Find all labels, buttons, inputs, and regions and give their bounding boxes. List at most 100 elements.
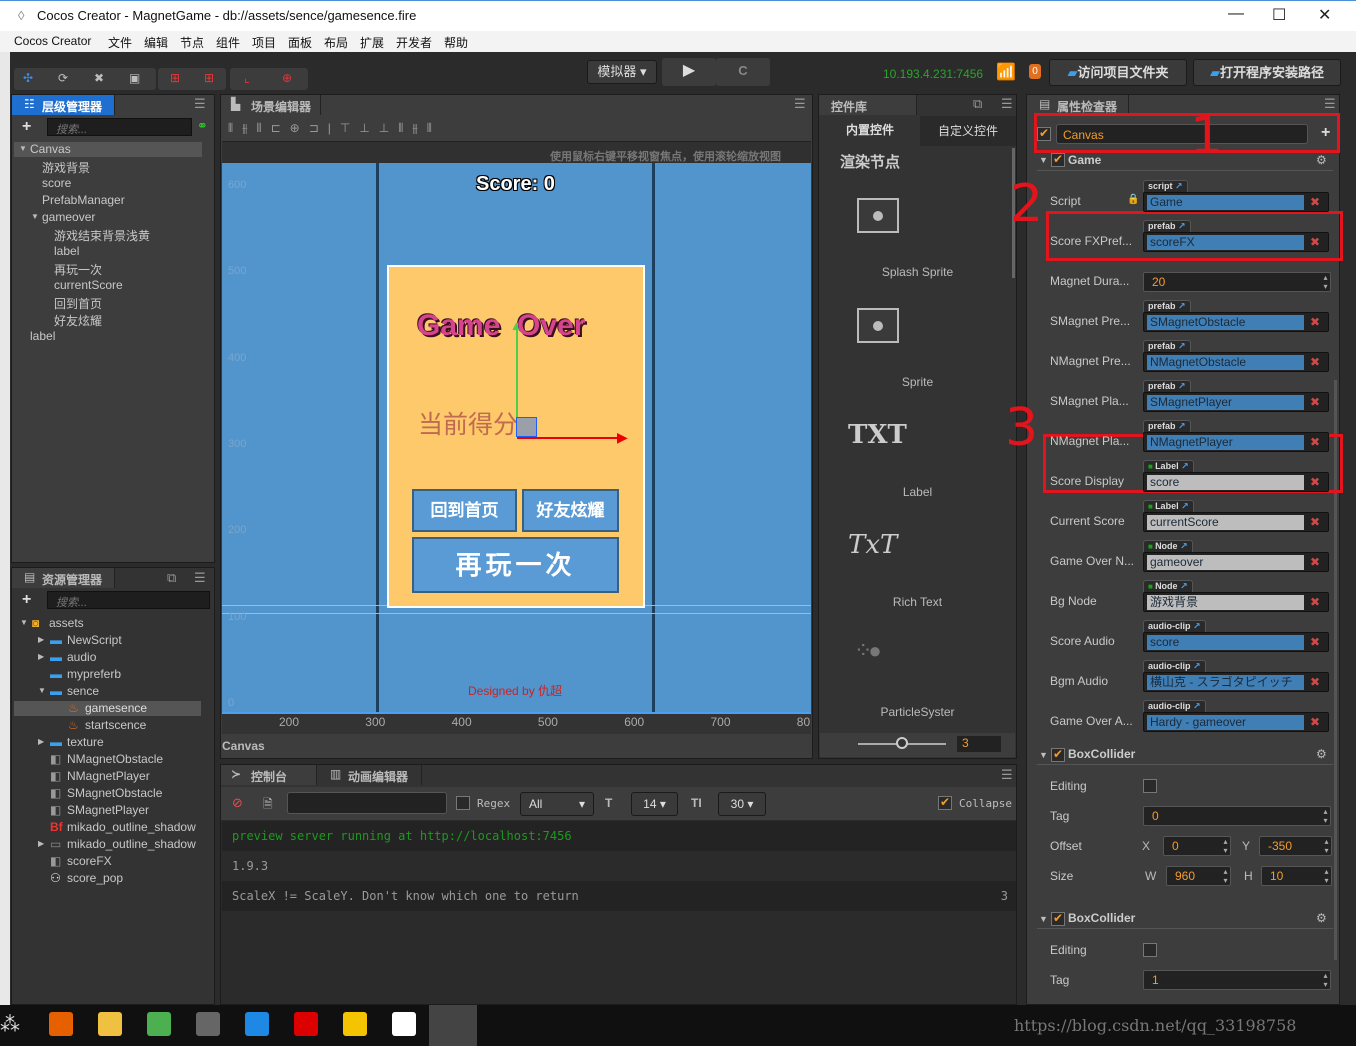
asset-item[interactable]: assets bbox=[49, 616, 84, 630]
collapse-checkbox[interactable] bbox=[938, 795, 952, 810]
gameover-panel[interactable]: Game Over 当前得分 : ▲ ▶ 回到首页 好友炫耀 再玩一次 bbox=[387, 265, 645, 608]
menu-item[interactable]: 面板 bbox=[288, 34, 312, 51]
property-field[interactable]: SMagnetPlayer ✖ bbox=[1143, 392, 1329, 412]
property-value[interactable]: 横山克 - スラゴタピイッチ bbox=[1147, 675, 1304, 690]
console-tab[interactable]: ≻ 控制台 bbox=[221, 765, 317, 785]
menu-item[interactable]: 组件 bbox=[216, 34, 240, 51]
animation-editor-tab[interactable]: ▥ 动画编辑器 bbox=[318, 765, 422, 785]
menu-icon[interactable]: ☰ bbox=[1324, 96, 1336, 112]
maximize-button[interactable]: ☐ bbox=[1272, 5, 1286, 25]
editing-checkbox[interactable] bbox=[1143, 779, 1157, 793]
app-icon-yellow[interactable] bbox=[343, 1012, 367, 1036]
move-tool-icon[interactable]: ✣ bbox=[23, 71, 33, 85]
property-field[interactable]: 横山克 - スラゴタピイッチ ✖ bbox=[1143, 672, 1329, 692]
property-number-input[interactable]: 20 bbox=[1143, 272, 1331, 292]
console-filter-input[interactable] bbox=[287, 792, 447, 814]
clear-reference-icon[interactable]: ✖ bbox=[1310, 235, 1320, 249]
open-link-icon[interactable]: ↗ bbox=[1173, 181, 1183, 191]
zoom-value-input[interactable]: 3 bbox=[957, 736, 1001, 752]
tag-input[interactable]: 1 bbox=[1143, 970, 1331, 990]
expand-arrow-icon[interactable]: ▼ bbox=[38, 686, 46, 695]
asset-item[interactable]: startscence bbox=[85, 718, 146, 732]
property-field[interactable]: scoreFX ✖ bbox=[1143, 232, 1329, 252]
asset-item[interactable]: NMagnetPlayer bbox=[67, 769, 150, 783]
clear-reference-icon[interactable]: ✖ bbox=[1310, 195, 1320, 209]
menu-item[interactable]: 开发者 bbox=[396, 34, 432, 51]
scene-editor-tab[interactable]: ▙ 场景编辑器 bbox=[221, 95, 321, 115]
zoom-slider-thumb[interactable] bbox=[896, 737, 908, 749]
menu-item[interactable]: Cocos Creator bbox=[14, 34, 91, 48]
open-link-icon[interactable]: ↗ bbox=[1178, 541, 1188, 551]
clear-reference-icon[interactable]: ✖ bbox=[1310, 395, 1320, 409]
hierarchy-node[interactable]: currentScore bbox=[54, 278, 123, 292]
expand-arrow-icon[interactable]: ▶ bbox=[38, 737, 44, 746]
tag-input[interactable]: 0 bbox=[1143, 806, 1331, 826]
inspector-tab[interactable]: ▤ 属性检查器 bbox=[1027, 95, 1129, 115]
open-link-icon[interactable]: ↗ bbox=[1176, 381, 1186, 391]
menu-icon[interactable]: ☰ bbox=[194, 96, 206, 112]
hierarchy-node[interactable]: 游戏结束背景浅黄 bbox=[54, 227, 150, 244]
asset-item[interactable]: NewScript bbox=[67, 633, 122, 647]
regex-checkbox[interactable] bbox=[456, 796, 470, 810]
particle-widget-icon[interactable]: ⁘● bbox=[854, 638, 882, 664]
hierarchy-node[interactable]: 再玩一次 bbox=[54, 261, 102, 278]
property-field[interactable]: NMagnetPlayer ✖ bbox=[1143, 432, 1329, 452]
open-project-folder-button[interactable]: ▰访问项目文件夹 bbox=[1049, 59, 1187, 86]
pivot-icon[interactable]: ⊞ bbox=[170, 71, 180, 85]
editing-checkbox[interactable] bbox=[1143, 943, 1157, 957]
hierarchy-node[interactable]: label bbox=[54, 244, 79, 258]
asset-item[interactable]: mikado_outline_shadow bbox=[67, 820, 196, 834]
expand-arrow-icon[interactable]: ▶ bbox=[38, 839, 44, 848]
y-gizmo-arrow[interactable] bbox=[516, 323, 518, 419]
asset-item[interactable]: SMagnetObstacle bbox=[67, 786, 162, 800]
gameover-title[interactable]: Game Over bbox=[417, 309, 585, 343]
minimize-button[interactable]: — bbox=[1228, 5, 1244, 23]
font-size-dropdown[interactable]: 14 ▾ bbox=[631, 792, 678, 816]
open-link-icon[interactable]: ↗ bbox=[1176, 221, 1186, 231]
asset-item[interactable]: mypreferb bbox=[67, 667, 121, 681]
menu-item[interactable]: 编辑 bbox=[144, 34, 168, 51]
richtext-widget-icon[interactable]: TxT bbox=[848, 530, 897, 560]
hierarchy-node[interactable]: 回到首页 bbox=[54, 295, 102, 312]
component-enabled-checkbox[interactable] bbox=[1051, 152, 1065, 167]
hierarchy-node[interactable]: score bbox=[42, 176, 71, 190]
sprite-widget-icon[interactable] bbox=[857, 198, 899, 233]
hierarchy-node[interactable]: Canvas bbox=[30, 142, 71, 156]
gear-icon[interactable]: ⚙ bbox=[1316, 911, 1327, 925]
open-link-icon[interactable]: ↗ bbox=[1179, 501, 1189, 511]
component-enabled-checkbox[interactable] bbox=[1051, 911, 1065, 926]
link-icon[interactable]: ⚭ bbox=[197, 118, 208, 134]
property-field[interactable]: Hardy - gameover ✖ bbox=[1143, 712, 1329, 732]
size-w-input[interactable]: 960 bbox=[1166, 866, 1231, 886]
asset-item[interactable]: texture bbox=[67, 735, 104, 749]
notification-badge[interactable]: 0 bbox=[1029, 64, 1041, 79]
replay-button[interactable]: 再玩一次 bbox=[412, 537, 619, 593]
app-icon[interactable] bbox=[196, 1012, 220, 1036]
property-value[interactable]: NMagnetPlayer bbox=[1147, 435, 1304, 450]
widget-label[interactable]: Splash Sprite bbox=[818, 265, 1017, 279]
baidu-netdisk-icon[interactable] bbox=[392, 1012, 416, 1036]
asset-item[interactable]: NMagnetObstacle bbox=[67, 752, 163, 766]
asset-item[interactable]: score_pop bbox=[67, 871, 123, 885]
hierarchy-node[interactable]: 好友炫耀 bbox=[54, 312, 102, 329]
property-value[interactable]: SMagnetObstacle bbox=[1147, 315, 1304, 330]
align-toolbar[interactable]: ⫴⫵⫴⊏⊕⊐|⊤⊥⊥⫴⫵⫴ bbox=[228, 121, 441, 136]
add-asset-button[interactable]: + bbox=[22, 591, 31, 609]
offset-oy-input[interactable]: -350 bbox=[1259, 836, 1332, 856]
gear-icon[interactable]: ⚙ bbox=[1316, 153, 1327, 167]
clear-reference-icon[interactable]: ✖ bbox=[1310, 475, 1320, 489]
selected-node-handle[interactable] bbox=[516, 417, 537, 437]
chrome-icon[interactable] bbox=[147, 1012, 171, 1036]
x-gizmo-arrow[interactable] bbox=[517, 437, 624, 439]
collapse-arrow-icon[interactable]: ▼ bbox=[1039, 155, 1048, 165]
property-value[interactable]: currentScore bbox=[1147, 515, 1304, 530]
log-level-dropdown[interactable]: All ▾ bbox=[520, 792, 594, 816]
start-button[interactable]: ⁂ bbox=[0, 1012, 20, 1037]
local-coord-icon[interactable]: ⌞ bbox=[244, 71, 250, 85]
popout-icon[interactable]: ⧉ bbox=[167, 570, 176, 586]
asset-item[interactable]: scoreFX bbox=[67, 854, 112, 868]
home-button[interactable]: 回到首页 bbox=[412, 489, 517, 532]
size-h-input[interactable]: 10 bbox=[1261, 866, 1332, 886]
property-field[interactable]: score ✖ bbox=[1143, 472, 1329, 492]
current-score-label[interactable]: 当前得分 : bbox=[418, 405, 532, 441]
